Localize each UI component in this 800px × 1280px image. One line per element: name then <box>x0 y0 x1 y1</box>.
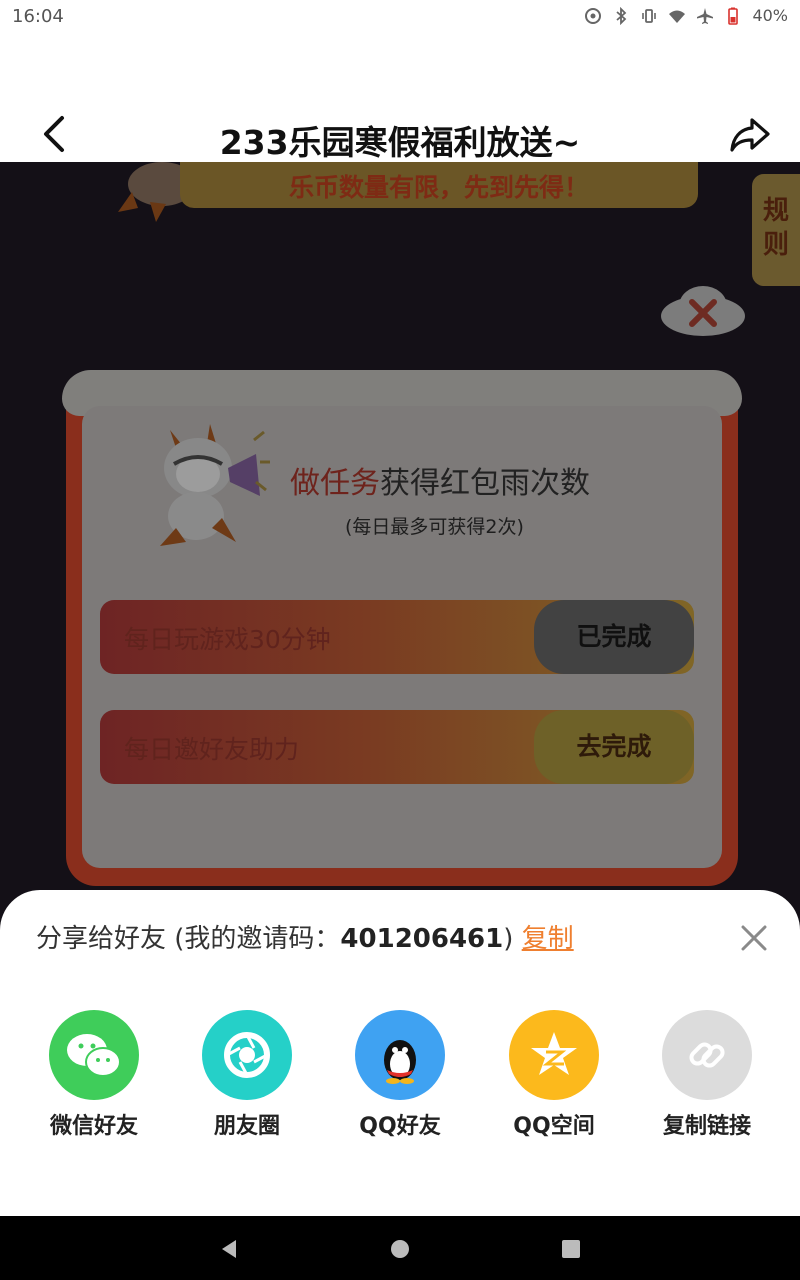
copy-invite-code-link[interactable]: 复制 <box>522 924 574 954</box>
wechat-icon <box>49 1010 139 1100</box>
task-label: 每日玩游戏30分钟 <box>124 625 331 654</box>
task-label: 每日邀好友助力 <box>124 735 300 764</box>
vibrate-icon <box>642 8 657 23</box>
close-popup-icon[interactable] <box>658 284 748 340</box>
bluetooth-icon <box>616 6 627 25</box>
share-option-wechat[interactable]: 微信好友 <box>24 1010 164 1140</box>
system-nav-bar <box>0 1216 800 1280</box>
app-header: 233乐园寒假福利放送~ <box>0 34 800 162</box>
task-row-invite: 每日邀好友助力 去完成 <box>100 710 694 784</box>
status-time: 16:04 <box>12 6 64 27</box>
task-go-button[interactable]: 去完成 <box>534 710 694 784</box>
share-option-qzone[interactable]: QQ空间 <box>484 1010 624 1140</box>
share-sheet-title: 分享给好友 (我的邀请码：401206461) 复制 <box>36 918 574 955</box>
battery-percent: 40% <box>752 6 788 25</box>
airplane-icon <box>697 7 714 24</box>
modal-subtitle: (每日最多可获得2次) <box>345 516 524 538</box>
task-completed-button[interactable]: 已完成 <box>534 600 694 674</box>
share-icon[interactable] <box>728 112 772 156</box>
link-icon <box>662 1010 752 1100</box>
share-sheet: 分享给好友 (我的邀请码：401206461) 复制 微信好友 朋友圈 QQ好友… <box>0 890 800 1216</box>
page-title: 233乐园寒假福利放送~ <box>219 123 581 162</box>
share-option-label: QQ好友 <box>359 1114 441 1139</box>
share-option-label: 微信好友 <box>49 1114 138 1139</box>
qzone-icon <box>509 1010 599 1100</box>
qq-icon <box>355 1010 445 1100</box>
battery-icon <box>728 7 739 25</box>
close-icon[interactable] <box>740 924 768 952</box>
share-option-moments[interactable]: 朋友圈 <box>177 1010 317 1140</box>
back-arrow-icon[interactable] <box>36 112 76 156</box>
status-bar: 16:04 40% <box>0 0 800 34</box>
moments-icon <box>202 1010 292 1100</box>
rules-label: 规则 <box>762 196 789 260</box>
share-option-copy-link[interactable]: 复制链接 <box>637 1010 777 1140</box>
mascot-megaphone-image <box>160 424 270 546</box>
modal-heading: 做任务获得红包雨次数 <box>290 458 590 502</box>
sync-icon <box>585 7 602 24</box>
rules-tab[interactable]: 规则 <box>752 174 800 286</box>
nav-home-icon[interactable] <box>389 1238 411 1260</box>
nav-recents-icon[interactable] <box>560 1238 582 1260</box>
task-row-play: 每日玩游戏30分钟 已完成 <box>100 600 694 674</box>
modal-heading-highlight: 做任务 <box>290 466 380 501</box>
invite-code: 401206461 <box>340 924 504 954</box>
status-icons: 40% <box>584 6 788 25</box>
nav-back-icon[interactable] <box>218 1238 240 1260</box>
share-title-suffix: ) <box>503 924 514 954</box>
share-option-label: QQ空间 <box>513 1114 595 1139</box>
wifi-icon <box>669 10 686 23</box>
banner-text: 乐币数量有限，先到先得！ <box>288 173 589 202</box>
modal-heading-rest: 获得红包雨次数 <box>380 466 590 501</box>
share-title-prefix: 分享给好友 (我的邀请码： <box>36 924 341 954</box>
promo-banner: 乐币数量有限，先到先得！ <box>180 162 698 208</box>
share-option-qq[interactable]: QQ好友 <box>330 1010 470 1140</box>
share-option-label: 朋友圈 <box>213 1114 280 1139</box>
share-option-label: 复制链接 <box>662 1114 751 1139</box>
